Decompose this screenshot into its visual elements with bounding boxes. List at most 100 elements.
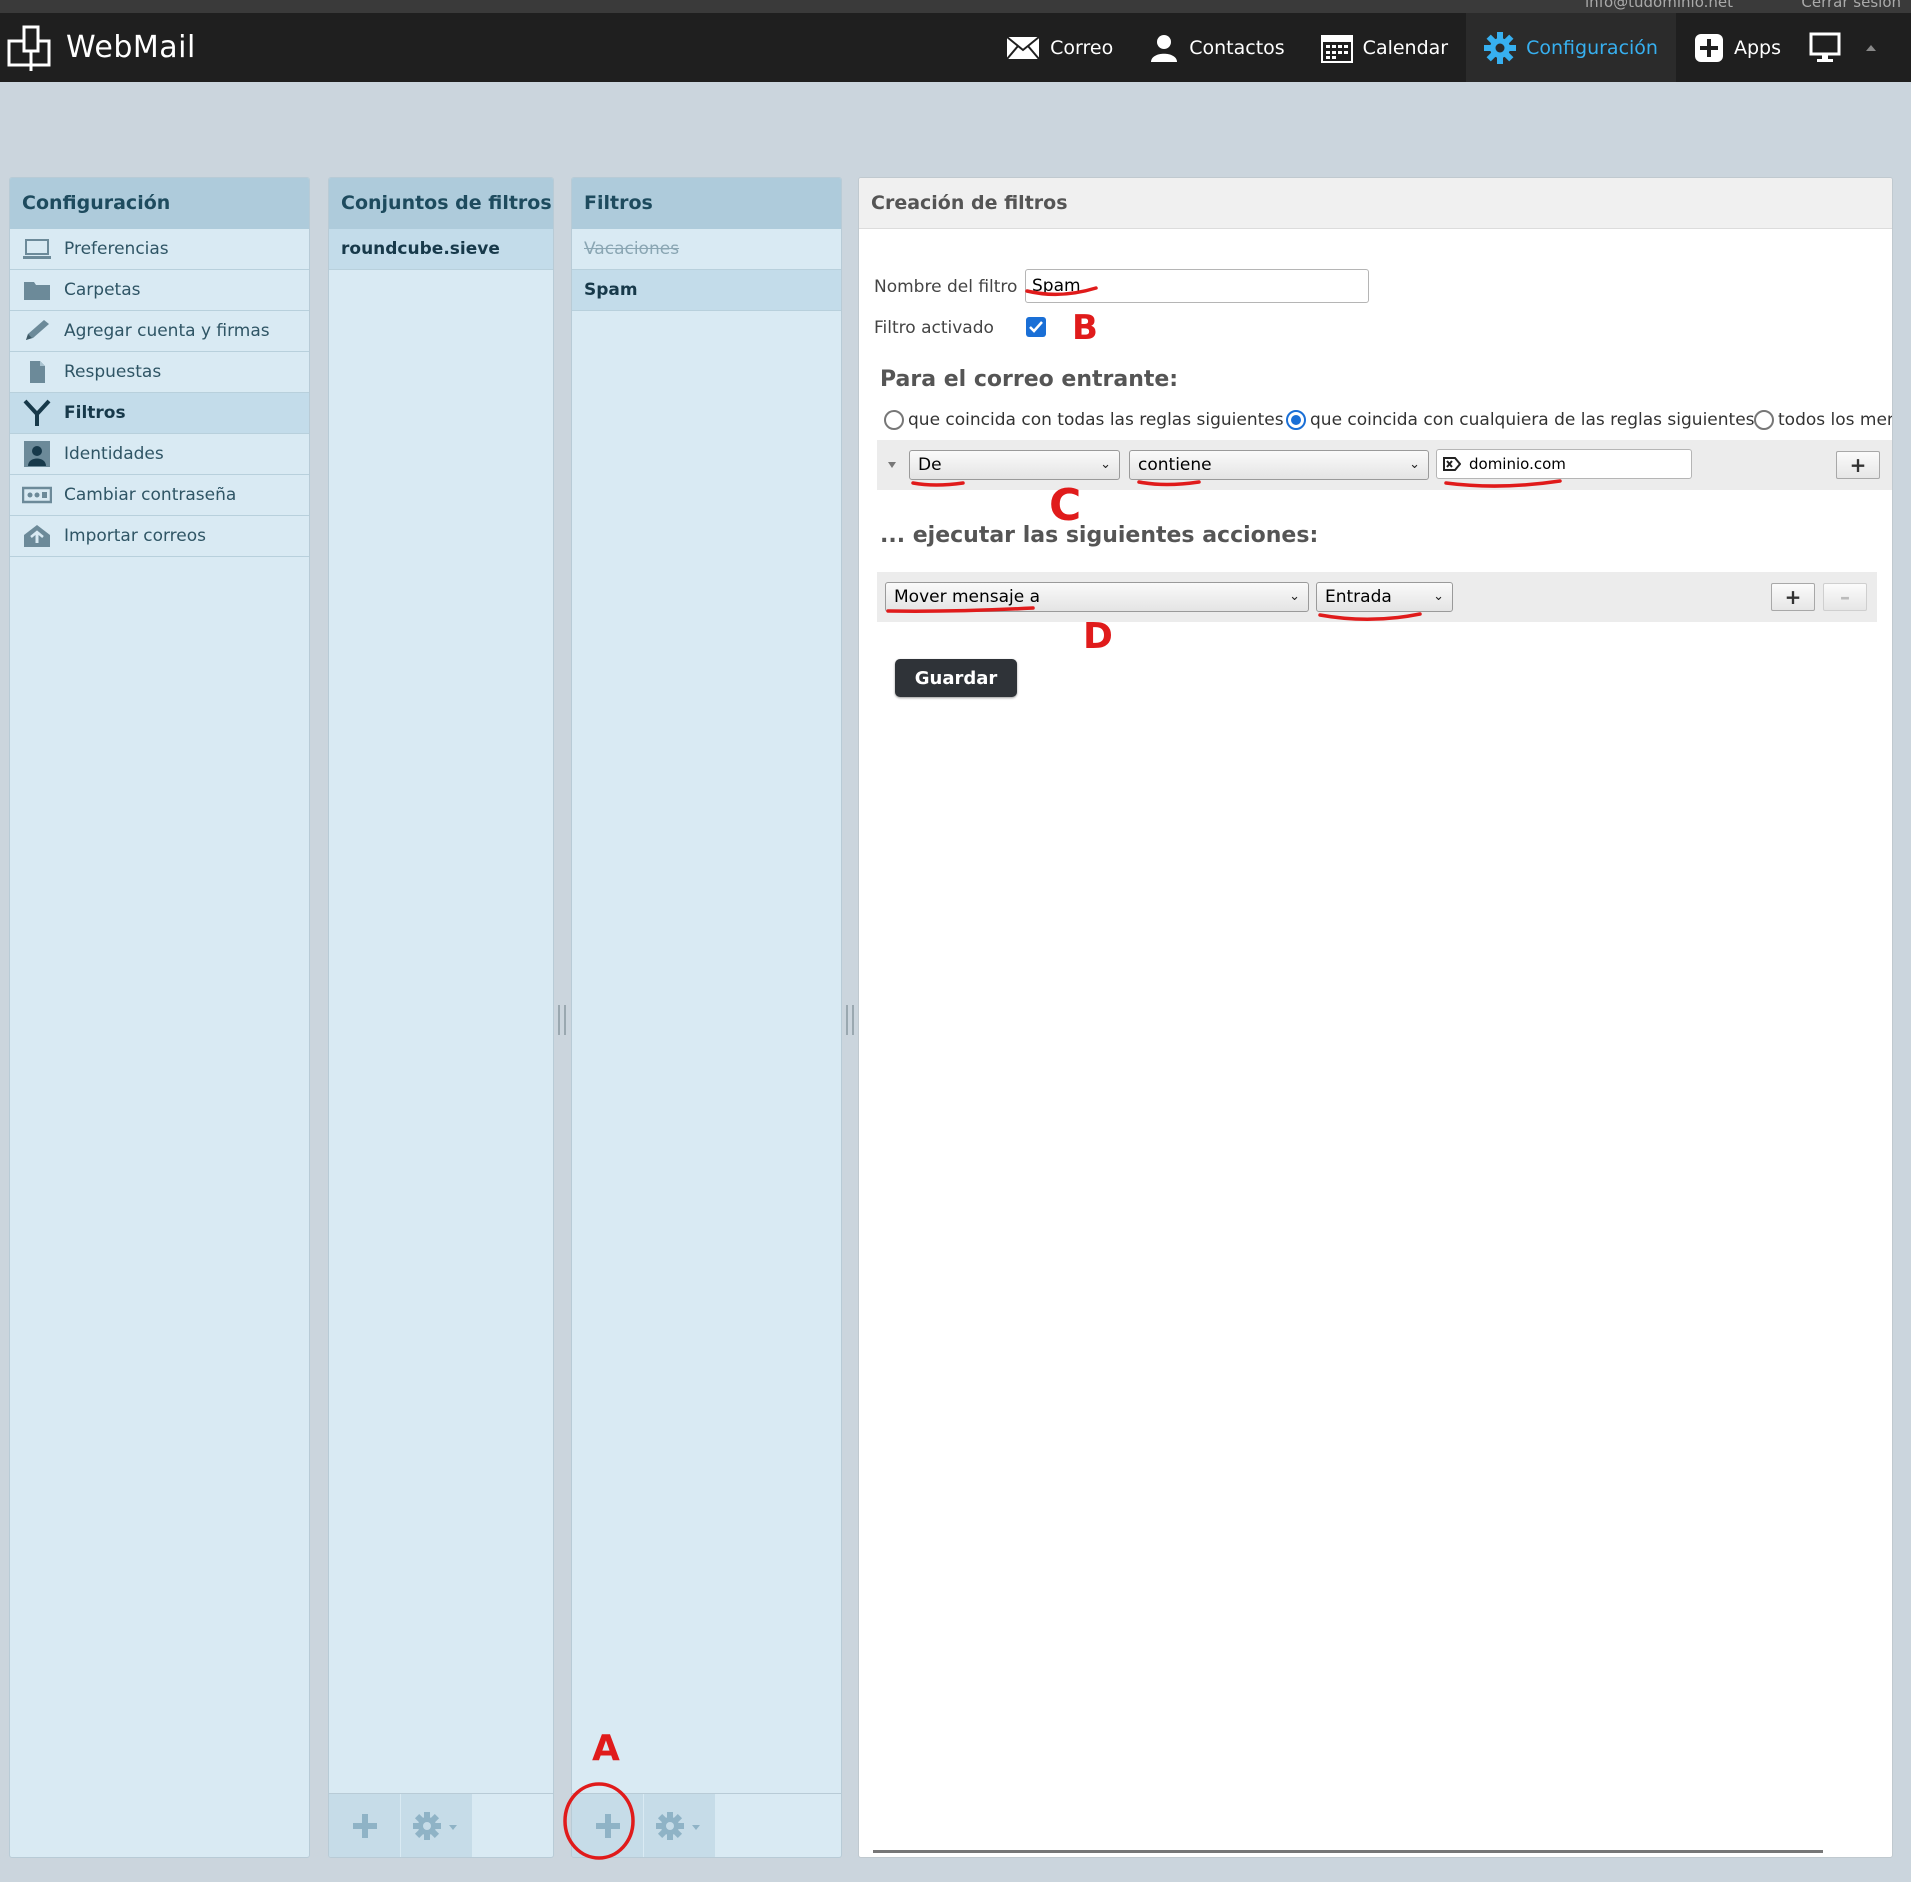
nav-contactos[interactable]: Contactos bbox=[1131, 13, 1302, 82]
settings-item-label: Importar correos bbox=[64, 526, 207, 546]
settings-item-label: Identidades bbox=[64, 444, 164, 464]
action-type-select[interactable]: Mover mensaje a ⌄ bbox=[885, 582, 1309, 612]
logo[interactable]: WebMail bbox=[6, 13, 196, 82]
filter-editor: Creación de filtros Nombre del filtro Sp… bbox=[858, 177, 1893, 1858]
filterset-actions-button[interactable] bbox=[401, 1794, 473, 1857]
match-every-label: todos los men bbox=[1778, 410, 1893, 430]
settings-item-label: Preferencias bbox=[64, 239, 169, 259]
chevron-down-icon: ⌄ bbox=[1433, 589, 1444, 604]
chevron-down-icon: ⌄ bbox=[1100, 457, 1111, 472]
rule-header-select[interactable]: De ⌄ bbox=[909, 450, 1120, 480]
add-rule-button[interactable]: + bbox=[1836, 451, 1880, 479]
settings-item-identidades[interactable]: Identidades bbox=[10, 434, 309, 475]
match-all-radio[interactable]: que coincida con todas las reglas siguie… bbox=[884, 410, 1284, 430]
settings-item-preferencias[interactable]: Preferencias bbox=[10, 229, 309, 270]
action-folder-select[interactable]: Entrada ⌄ bbox=[1316, 582, 1453, 612]
action-folder-value: Entrada bbox=[1325, 587, 1392, 607]
settings-item-label: Cambiar contraseña bbox=[64, 485, 237, 505]
checkmark-icon bbox=[1029, 321, 1043, 333]
nav-apps-label: Apps bbox=[1733, 36, 1781, 59]
add-filterset-button[interactable] bbox=[329, 1794, 401, 1857]
action-row: Mover mensaje a ⌄ Entrada ⌄ + – bbox=[877, 572, 1877, 622]
match-any-radio[interactable]: que coincida con cualquiera de las regla… bbox=[1286, 410, 1755, 430]
filter-item-spam[interactable]: Spam bbox=[572, 270, 841, 311]
settings-item-filtros[interactable]: Filtros bbox=[10, 393, 309, 434]
settings-panel-title: Configuración bbox=[10, 178, 309, 229]
monitor-icon bbox=[1809, 32, 1841, 62]
remove-action-button[interactable]: – bbox=[1823, 583, 1867, 611]
nav-display[interactable] bbox=[1799, 13, 1861, 82]
rule-row: De ⌄ contiene ⌄ dominio.com + bbox=[877, 440, 1892, 490]
nav-configuracion[interactable]: Configuración bbox=[1466, 13, 1676, 82]
plus-icon bbox=[595, 1814, 620, 1838]
chevron-down-icon: ⌄ bbox=[1289, 589, 1300, 604]
identity-icon bbox=[22, 441, 52, 467]
calendar-icon bbox=[1320, 34, 1353, 63]
rule-toggle-icon[interactable] bbox=[887, 461, 897, 469]
nav-calendar-label: Calendar bbox=[1362, 36, 1449, 59]
filter-item-vacaciones[interactable]: Vacaciones bbox=[572, 229, 841, 270]
settings-item-label: Respuestas bbox=[64, 362, 162, 382]
rule-operator-select[interactable]: contiene ⌄ bbox=[1129, 450, 1429, 480]
filters-panel-title: Filtros bbox=[572, 178, 841, 229]
nav-apps[interactable]: Apps bbox=[1676, 13, 1799, 82]
filter-enabled-checkbox[interactable] bbox=[1026, 317, 1046, 337]
incoming-title: Para el correo entrante: bbox=[880, 367, 1179, 392]
gear-menu-icon bbox=[412, 1812, 457, 1840]
filtersets-panel-title: Conjuntos de filtros bbox=[329, 178, 553, 229]
save-button[interactable]: Guardar bbox=[895, 659, 1017, 697]
settings-item-label: Agregar cuenta y firmas bbox=[64, 321, 270, 341]
settings-item-importar[interactable]: Importar correos bbox=[10, 516, 309, 557]
mailbox-logo-icon bbox=[7, 25, 51, 71]
chevron-down-icon: ⌄ bbox=[1409, 457, 1420, 472]
filter-actions-button[interactable] bbox=[644, 1794, 716, 1857]
panel-splitter[interactable] bbox=[846, 1005, 854, 1035]
action-type-value: Mover mensaje a bbox=[894, 587, 1041, 607]
pencil-icon bbox=[22, 318, 52, 344]
document-icon bbox=[22, 359, 52, 385]
filter-enabled-label: Filtro activado bbox=[874, 318, 994, 338]
filters-panel: Filtros Vacaciones Spam bbox=[571, 177, 842, 1858]
envelope-icon bbox=[1006, 35, 1040, 60]
settings-item-respuestas[interactable]: Respuestas bbox=[10, 352, 309, 393]
filtersets-panel: Conjuntos de filtros roundcube.sieve bbox=[328, 177, 554, 1858]
match-every-radio[interactable]: todos los men bbox=[1754, 410, 1893, 430]
horizontal-scrollbar[interactable] bbox=[873, 1850, 1823, 1853]
panel-splitter[interactable] bbox=[558, 1005, 566, 1035]
add-action-button[interactable]: + bbox=[1771, 583, 1815, 611]
nav-correo[interactable]: Correo bbox=[988, 13, 1131, 82]
settings-item-label: Filtros bbox=[64, 403, 126, 423]
match-any-label: que coincida con cualquiera de las regla… bbox=[1310, 410, 1755, 430]
filter-name-input[interactable]: Spam bbox=[1025, 269, 1369, 303]
plus-icon bbox=[352, 1814, 377, 1838]
rule-value-text: dominio.com bbox=[1469, 455, 1566, 473]
settings-item-cuenta-firmas[interactable]: Agregar cuenta y firmas bbox=[10, 311, 309, 352]
plus-square-icon bbox=[1694, 33, 1723, 62]
collapse-arrow[interactable] bbox=[1861, 13, 1891, 82]
add-filter-button[interactable] bbox=[572, 1794, 644, 1857]
settings-item-carpetas[interactable]: Carpetas bbox=[10, 270, 309, 311]
import-icon bbox=[22, 523, 52, 549]
monitor-icon bbox=[22, 236, 52, 262]
filter-icon bbox=[22, 399, 52, 426]
main-nav: Correo Contactos Calendar Configuración … bbox=[988, 13, 1891, 82]
filterset-label: roundcube.sieve bbox=[341, 239, 500, 259]
caret-up-icon bbox=[1866, 44, 1876, 51]
gear-icon bbox=[1484, 31, 1517, 64]
app-title: WebMail bbox=[66, 30, 196, 65]
text-tag-icon bbox=[1443, 457, 1461, 471]
rule-header-value: De bbox=[918, 455, 942, 475]
radio-dot bbox=[884, 410, 904, 430]
logout-link[interactable]: Cerrar sesión bbox=[1801, 0, 1901, 11]
nav-calendar[interactable]: Calendar bbox=[1303, 13, 1466, 82]
user-email: info@tudominio.net bbox=[1585, 0, 1733, 11]
rule-value-input[interactable]: dominio.com bbox=[1436, 449, 1692, 479]
filter-name-label: Nombre del filtro bbox=[874, 277, 1018, 297]
filterset-item[interactable]: roundcube.sieve bbox=[329, 229, 553, 270]
nav-contactos-label: Contactos bbox=[1189, 36, 1285, 59]
rule-operator-value: contiene bbox=[1138, 455, 1212, 475]
filters-footer bbox=[572, 1793, 841, 1857]
person-icon bbox=[1151, 34, 1178, 62]
settings-item-cambiar-contrasena[interactable]: Cambiar contraseña bbox=[10, 475, 309, 516]
settings-item-label: Carpetas bbox=[64, 280, 141, 300]
